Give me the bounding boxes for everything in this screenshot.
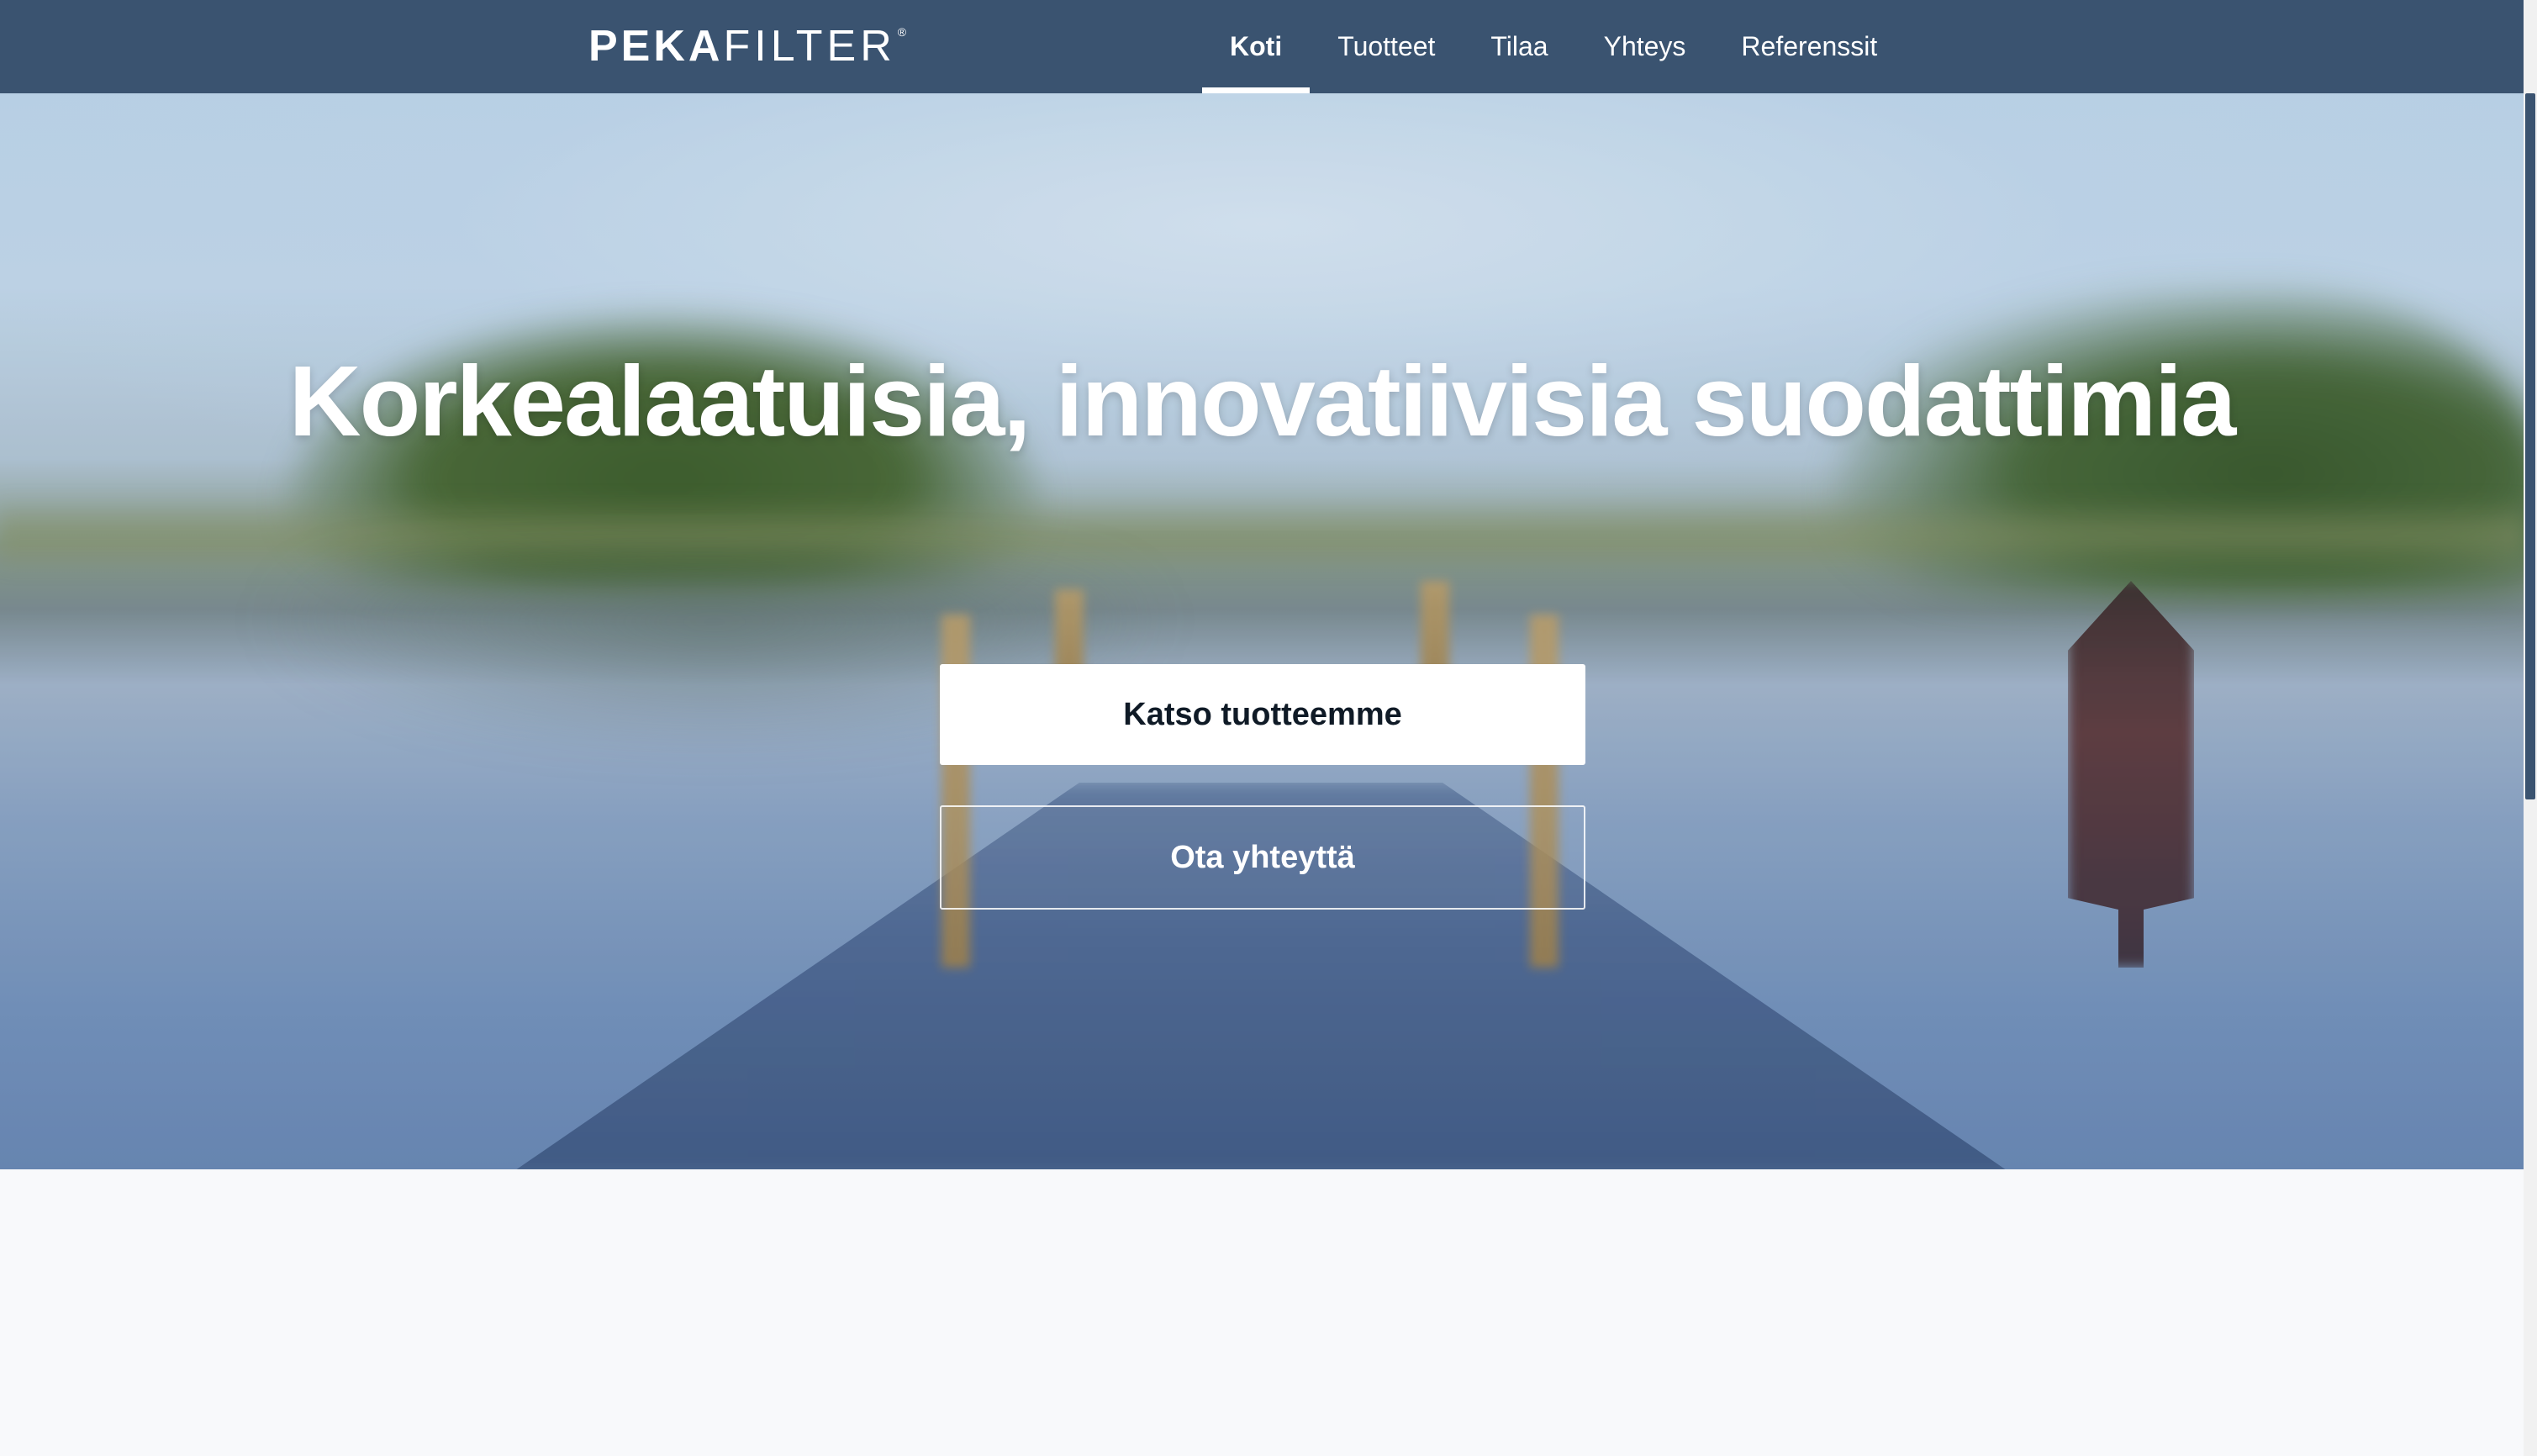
scrollbar-thumb[interactable] — [2525, 93, 2535, 799]
nav-item-label: Koti — [1230, 31, 1283, 61]
logo-text-bold: PEKA — [588, 22, 724, 71]
nav-item-tuotteet[interactable]: Tuotteet — [1310, 0, 1463, 93]
nav-item-label: Referenssit — [1741, 31, 1878, 61]
pekafilter-logo[interactable]: PEKA FILTER ® — [588, 22, 910, 71]
hero-overlay — [0, 93, 2524, 1169]
registered-mark: ® — [897, 25, 910, 39]
page-scrollbar[interactable] — [2524, 0, 2537, 1456]
view-products-button[interactable]: Katso tuotteemme — [940, 664, 1585, 765]
hero-section: Korkealaatuisia, innovatiivisia suodatti… — [0, 93, 2524, 1169]
nav-item-yhteys[interactable]: Yhteys — [1576, 0, 1714, 93]
main-nav: Koti Tuotteet Tilaa Yhteys Referenssit — [1202, 0, 1905, 93]
nav-item-label: Tuotteet — [1337, 31, 1436, 61]
logo-text-light: FILTER — [723, 22, 896, 71]
top-navbar: PEKA FILTER ® Koti Tuotteet Tilaa Yhteys… — [0, 0, 2524, 93]
hero-title: Korkealaatuisia, innovatiivisia suodatti… — [288, 346, 2237, 457]
nav-item-label: Tilaa — [1490, 31, 1548, 61]
nav-item-tilaa[interactable]: Tilaa — [1463, 0, 1575, 93]
nav-item-koti[interactable]: Koti — [1202, 0, 1311, 93]
nav-item-label: Yhteys — [1603, 31, 1686, 61]
nav-item-referenssit[interactable]: Referenssit — [1713, 0, 1905, 93]
main-content-area — [0, 1169, 2524, 1456]
contact-us-button[interactable]: Ota yhteyttä — [940, 805, 1585, 910]
